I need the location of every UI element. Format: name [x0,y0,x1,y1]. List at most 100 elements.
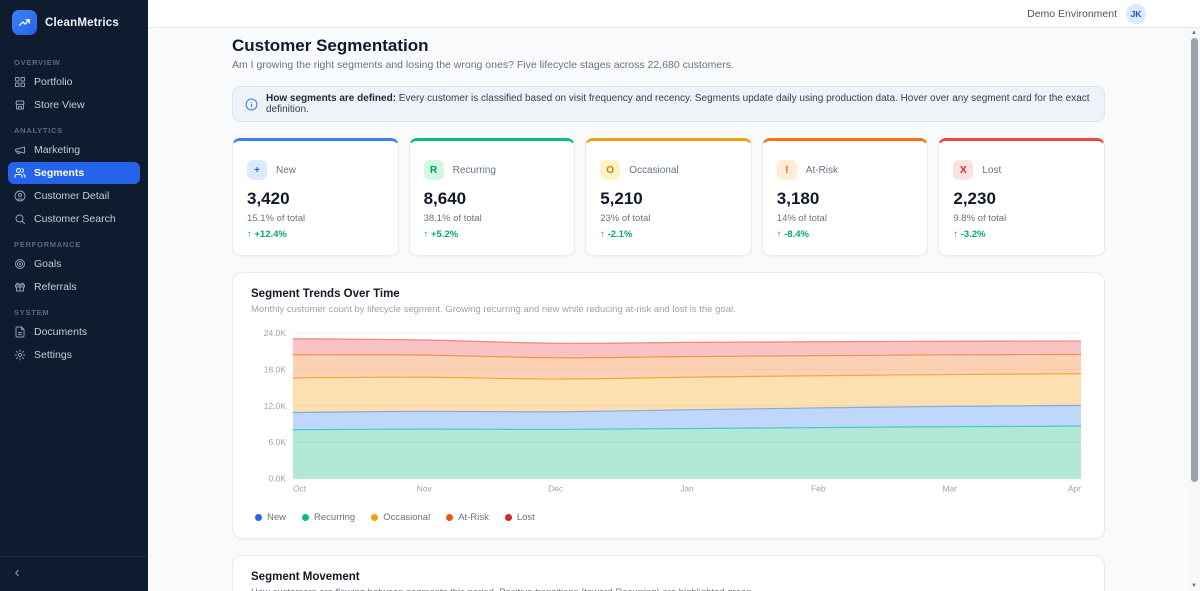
collapse-sidebar-button[interactable] [12,565,22,582]
segment-card-lost[interactable]: XLost2,2309.8% of total↑ -3.2% [938,138,1105,256]
sidebar-item-label: Goals [34,258,61,270]
segment-change: ↑ -3.2% [953,229,1090,240]
segment-value: 2,230 [953,189,1090,209]
sidebar-item-portfolio[interactable]: Portfolio [8,71,140,93]
search-icon [14,213,26,225]
nav-section-label: PERFORMANCE [8,231,140,253]
segment-badge: O [600,160,620,180]
scroll-down-arrow-icon[interactable]: ▼ [1188,581,1200,591]
legend-label: New [267,512,286,523]
legend-item-lost[interactable]: Lost [505,512,535,523]
chevron-left-icon [12,568,22,578]
page-scrollbar: ▲ ▼ [1188,28,1200,591]
sidebar-nav: OVERVIEWPortfolioStore ViewANALYTICSMark… [0,47,148,556]
segment-badge: X [953,160,973,180]
segment-change: ↑ -8.4% [777,229,914,240]
segment-change: ↑ -2.1% [600,229,737,240]
grid-icon [14,76,26,88]
segment-change: ↑ +12.4% [247,229,384,240]
movement-panel-subtitle: How customers are flowing between segmen… [251,587,1086,591]
sidebar-item-marketing[interactable]: Marketing [8,139,140,161]
info-banner-text: How segments are defined: Every customer… [266,93,1092,115]
svg-text:Mar: Mar [942,484,957,494]
sidebar-item-store-view[interactable]: Store View [8,94,140,116]
segment-cards-row: +New3,42015.1% of total↑ +12.4%RRecurrin… [232,138,1105,256]
gear-icon [14,349,26,361]
svg-text:6.0K: 6.0K [268,437,286,447]
info-icon [245,98,258,111]
page-subtitle: Am I growing the right segments and losi… [232,59,1105,71]
segment-name: New [276,165,296,176]
sidebar-item-customer-detail[interactable]: Customer Detail [8,185,140,207]
legend-item-at-risk[interactable]: At-Risk [446,512,489,523]
svg-text:Nov: Nov [417,484,433,494]
sidebar: CleanMetrics OVERVIEW Portfolio Store View… [0,0,148,591]
legend-label: Occasional [383,512,430,523]
user-circle-icon [14,190,26,202]
svg-text:18.0K: 18.0K [264,364,286,374]
svg-text:0.0K: 0.0K [268,474,286,484]
sidebar-item-segments[interactable]: Segments [8,162,140,184]
sidebar-item-label: Customer Search [34,213,116,225]
svg-text:Feb: Feb [811,484,826,494]
segment-value: 5,210 [600,189,737,209]
segment-share: 23% of total [600,213,737,224]
sidebar-item-label: Store View [34,99,85,111]
sidebar-item-documents[interactable]: Documents [8,321,140,343]
legend-dot-icon [255,514,262,521]
segment-badge: + [247,160,267,180]
document-icon [14,326,26,338]
environment-label: Demo Environment [1027,8,1117,20]
target-icon [14,258,26,270]
svg-text:Jan: Jan [680,484,694,494]
avatar[interactable]: JK [1126,4,1146,24]
svg-text:Dec: Dec [548,484,564,494]
legend-dot-icon [302,514,309,521]
legend-label: Lost [517,512,535,523]
sidebar-item-label: Marketing [34,144,80,156]
sidebar-item-label: Referrals [34,281,77,293]
segment-share: 9.8% of total [953,213,1090,224]
sidebar-item-goals[interactable]: Goals [8,253,140,275]
legend-label: Recurring [314,512,355,523]
segment-card-recurring[interactable]: RRecurring8,64038.1% of total↑ +5.2% [409,138,576,256]
sidebar-item-customer-search[interactable]: Customer Search [8,208,140,230]
sidebar-item-label: Settings [34,349,72,361]
trending-up-icon [12,10,37,35]
sidebar-item-referrals[interactable]: Referrals [8,276,140,298]
trend-panel-subtitle: Monthly customer count by lifecycle segm… [251,304,1086,315]
legend-item-occasional[interactable]: Occasional [371,512,430,523]
chart-legend: New Recurring Occasional At-Risk Lost [251,512,1086,523]
nav-section-label: OVERVIEW [8,49,140,71]
store-icon [14,99,26,111]
info-banner: How segments are defined: Every customer… [232,86,1105,122]
segment-card-new[interactable]: +New3,42015.1% of total↑ +12.4% [232,138,399,256]
segment-card-at-risk[interactable]: !At-Risk3,18014% of total↑ -8.4% [762,138,929,256]
gift-icon [14,281,26,293]
sidebar-item-label: Segments [34,167,84,179]
movement-panel: Segment Movement How customers are flowi… [232,555,1105,591]
scroll-up-arrow-icon[interactable]: ▲ [1188,28,1200,38]
page-title: Customer Segmentation [232,36,1105,56]
legend-item-new[interactable]: New [255,512,286,523]
legend-dot-icon [505,514,512,521]
scrollbar-thumb[interactable] [1191,38,1198,482]
svg-text:Oct: Oct [293,484,307,494]
segment-card-occasional[interactable]: O Occasional 5,210 23% of total ↑ -2.1% [585,138,752,256]
svg-text:12.0K: 12.0K [264,401,286,411]
segment-name: Occasional [629,165,678,176]
legend-label: At-Risk [458,512,489,523]
segment-share: 15.1% of total [247,213,384,224]
legend-dot-icon [371,514,378,521]
legend-item-recurring[interactable]: Recurring [302,512,355,523]
app-logo[interactable]: CleanMetrics [0,0,148,47]
segment-badge: ! [777,160,797,180]
movement-panel-title: Segment Movement [251,571,1086,583]
sidebar-item-settings[interactable]: Settings [8,344,140,366]
main-content: Customer Segmentation Am I growing the r… [148,28,1188,591]
app-name: CleanMetrics [45,17,119,29]
sidebar-footer [0,556,148,591]
trend-chart: 0.0K6.0K12.0K18.0K24.0KOctNovDecJanFebMa… [251,325,1086,506]
svg-text:Apr: Apr [1068,484,1081,494]
sidebar-item-label: Portfolio [34,76,73,88]
